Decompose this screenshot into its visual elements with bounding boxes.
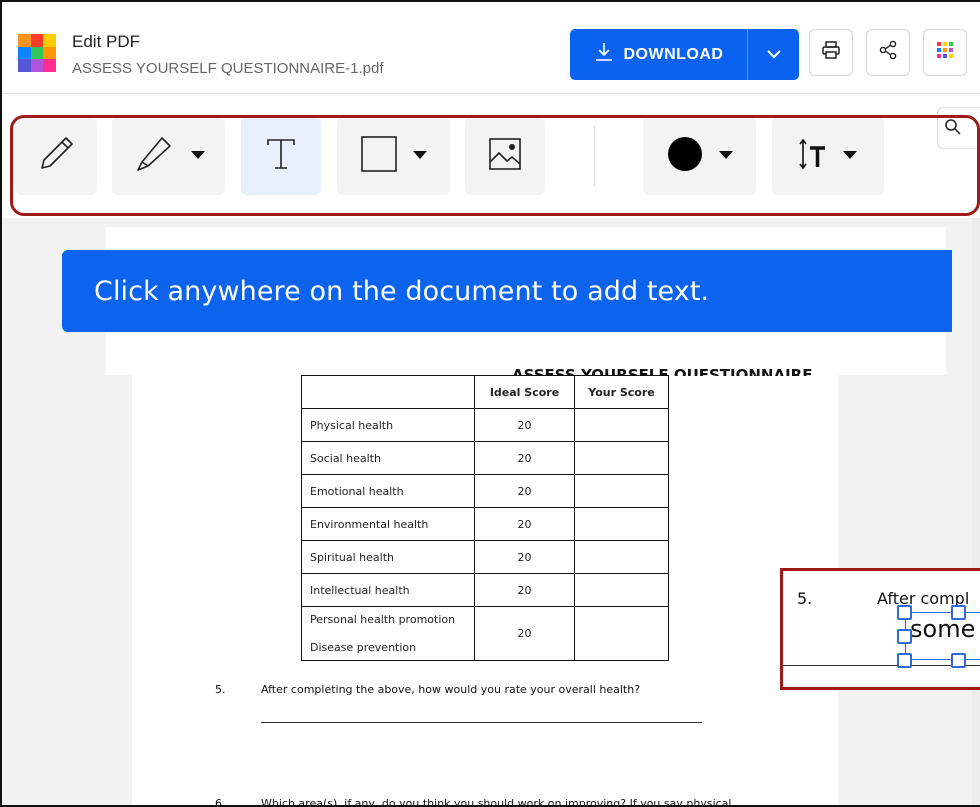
square-icon <box>360 135 398 178</box>
table-header-your: Your Score <box>574 375 669 409</box>
text-cursor-icon <box>263 136 299 177</box>
table-cell-ideal: 20 <box>474 540 575 574</box>
question-text: Which area(s), if any, do you think you … <box>261 797 735 807</box>
resize-handle-middle-left[interactable] <box>897 629 912 644</box>
table-cell-your[interactable] <box>574 540 669 574</box>
zoom-question-number: 5. <box>797 589 813 608</box>
question-text: After completing the above, how would yo… <box>261 683 641 696</box>
app-logo-icon <box>18 34 56 72</box>
toolbar-divider <box>594 125 595 187</box>
table-cell-ideal: 20 <box>474 606 575 661</box>
table-cell-label-line: Personal health promotion <box>310 612 456 626</box>
question-number: 6. <box>215 797 226 807</box>
print-icon <box>821 40 841 65</box>
text-box[interactable]: some <box>905 612 980 660</box>
table-cell-your[interactable] <box>574 474 669 508</box>
color-circle-icon <box>666 135 704 178</box>
table-cell-ideal: 20 <box>474 441 575 475</box>
shape-tool[interactable] <box>337 117 450 195</box>
table-row: Intellectual health 20 <box>301 573 669 607</box>
table-row: Personal health promotion Disease preven… <box>301 606 669 661</box>
app-title: Edit PDF <box>72 32 141 51</box>
chevron-down-icon <box>766 46 782 64</box>
text-size-tool[interactable] <box>772 117 884 195</box>
table-cell-ideal: 20 <box>474 507 575 541</box>
table-cell-label: Environmental health <box>301 507 475 541</box>
share-icon <box>878 40 898 65</box>
table-cell-your[interactable] <box>574 507 669 541</box>
toast-message: Click anywhere on the document to add te… <box>94 275 710 307</box>
resize-handle-bottom-left[interactable] <box>897 653 912 668</box>
table-cell-label-line: Disease prevention <box>310 640 417 654</box>
table-row: Spiritual health 20 <box>301 540 669 574</box>
pencil-tool[interactable] <box>15 117 97 195</box>
color-tool[interactable] <box>643 117 756 195</box>
caret-down-icon <box>718 147 734 165</box>
image-icon <box>488 137 522 176</box>
table-cell-ideal: 20 <box>474 573 575 607</box>
text-size-icon <box>798 137 828 176</box>
apps-grid-icon <box>936 41 954 64</box>
table-cell-your[interactable] <box>574 606 669 661</box>
share-button[interactable] <box>866 29 910 76</box>
image-tool[interactable] <box>465 117 545 195</box>
table-cell-label: Emotional health <box>301 474 475 508</box>
table-header-ideal: Ideal Score <box>474 375 575 409</box>
score-table: Ideal Score Your Score Physical health 2… <box>301 375 669 661</box>
answer-line[interactable] <box>261 722 702 723</box>
search-button[interactable] <box>937 107 980 149</box>
caret-down-icon <box>412 147 428 165</box>
caret-down-icon <box>190 147 206 165</box>
highlighter-tool[interactable] <box>112 117 225 195</box>
table-header-row: Ideal Score Your Score <box>301 375 669 409</box>
table-cell-label: Intellectual health <box>301 573 475 607</box>
apps-button[interactable] <box>923 29 967 76</box>
table-header-blank <box>301 375 475 409</box>
download-icon <box>594 41 614 68</box>
print-button[interactable] <box>809 29 853 76</box>
download-button[interactable]: DOWNLOAD <box>570 29 748 80</box>
app-header: Edit PDF ASSESS YOURSELF QUESTIONNAIRE-1… <box>2 2 980 94</box>
resize-handle-top-middle[interactable] <box>951 605 966 620</box>
text-tool[interactable] <box>241 117 321 195</box>
table-cell-ideal: 20 <box>474 474 575 508</box>
table-cell-ideal: 20 <box>474 408 575 442</box>
edit-toolbar <box>2 95 980 218</box>
vertical-scrollbar[interactable] <box>972 218 980 805</box>
instruction-toast: Click anywhere on the document to add te… <box>62 250 952 332</box>
file-name: ASSESS YOURSELF QUESTIONNAIRE-1.pdf <box>72 60 384 77</box>
table-cell-your[interactable] <box>574 408 669 442</box>
table-cell-your[interactable] <box>574 573 669 607</box>
table-row: Environmental health 20 <box>301 507 669 541</box>
download-button-group: DOWNLOAD <box>570 29 799 80</box>
resize-handle-bottom-middle[interactable] <box>951 653 966 668</box>
table-row: Emotional health 20 <box>301 474 669 508</box>
question-number: 5. <box>215 683 226 696</box>
resize-handle-top-left[interactable] <box>897 605 912 620</box>
table-cell-your[interactable] <box>574 441 669 475</box>
table-cell-label: Physical health <box>301 408 475 442</box>
download-options-button[interactable] <box>748 29 799 80</box>
table-cell-label: Spiritual health <box>301 540 475 574</box>
table-cell-label: Social health <box>301 441 475 475</box>
download-label: DOWNLOAD <box>623 45 724 63</box>
table-row: Social health 20 <box>301 441 669 475</box>
app-window: Edit PDF ASSESS YOURSELF QUESTIONNAIRE-1… <box>0 0 980 807</box>
zoom-callout: 5. After compl some <box>780 568 980 690</box>
pencil-icon <box>34 132 78 181</box>
caret-down-icon <box>842 147 858 165</box>
marker-icon <box>132 132 176 181</box>
search-icon <box>944 118 962 141</box>
table-row: Physical health 20 <box>301 408 669 442</box>
table-cell-label: Personal health promotion Disease preven… <box>301 606 475 661</box>
